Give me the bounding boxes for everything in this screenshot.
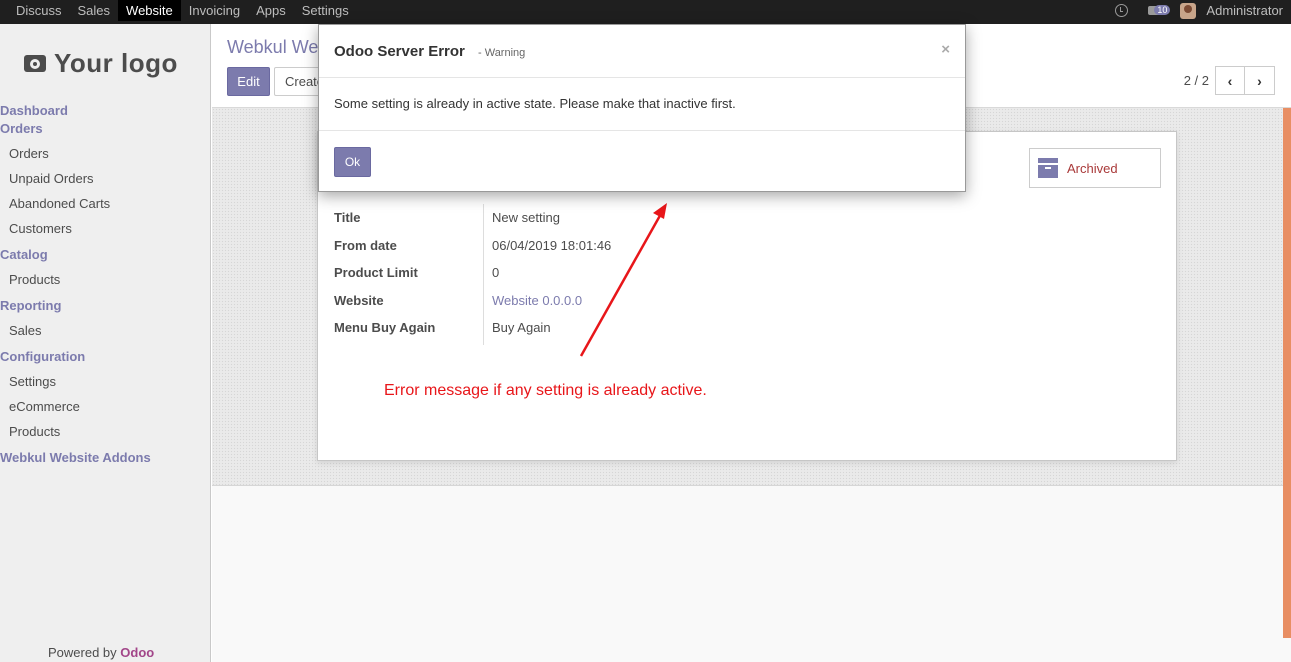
- user-name[interactable]: Administrator: [1206, 3, 1283, 18]
- field-row: From date 06/04/2019 18:01:46: [334, 232, 611, 260]
- dialog-header: Odoo Server Error - Warning ×: [319, 25, 965, 78]
- field-row: Website Website 0.0.0.0: [334, 287, 611, 315]
- company-logo: Your logo: [24, 48, 178, 79]
- dialog-subtitle: - Warning: [478, 47, 526, 59]
- sidebar-heading-configuration[interactable]: Configuration: [0, 348, 211, 366]
- pager: 2 / 2 ‹ ›: [1184, 66, 1275, 95]
- sidebar-heading-dashboard[interactable]: Dashboard: [0, 102, 211, 120]
- field-row: Title New setting: [334, 204, 611, 232]
- sidebar-item-ecommerce[interactable]: eCommerce: [0, 394, 211, 419]
- archived-button[interactable]: Archived: [1029, 148, 1161, 188]
- chevron-left-icon: ‹: [1227, 72, 1233, 89]
- sidebar-item-products[interactable]: Products: [0, 419, 211, 444]
- field-label: Title: [334, 210, 361, 226]
- field-label: Menu Buy Again: [334, 320, 436, 336]
- app-menu-item-settings[interactable]: Settings: [294, 0, 357, 21]
- field-row: Product Limit 0: [334, 259, 611, 287]
- sidebar-item-unpaid-orders[interactable]: Unpaid Orders: [0, 166, 211, 191]
- pager-previous-button[interactable]: ‹: [1215, 66, 1245, 95]
- app-menu-item-invoicing[interactable]: Invoicing: [181, 0, 248, 21]
- ok-button[interactable]: Ok: [334, 147, 371, 177]
- sidebar-heading-catalog[interactable]: Catalog: [0, 246, 211, 264]
- field-group: Title New setting From date 06/04/2019 18:0…: [334, 204, 611, 345]
- pager-next-button[interactable]: ›: [1245, 66, 1275, 95]
- chevron-right-icon: ›: [1257, 72, 1262, 89]
- field-row: Menu Buy Again Buy Again: [334, 314, 611, 342]
- logo-text: Your logo: [54, 48, 178, 78]
- app-menu-item-discuss[interactable]: Discuss: [8, 0, 70, 21]
- camera-icon: [24, 55, 46, 72]
- chat-icon[interactable]: 10: [1148, 4, 1171, 18]
- app-menu-item-sales[interactable]: Sales: [70, 0, 119, 21]
- app-menu-item-apps[interactable]: Apps: [248, 0, 294, 21]
- sidebar-item-abandoned-carts[interactable]: Abandoned Carts: [0, 191, 211, 216]
- annotation-text: Error message if any setting is already …: [384, 382, 707, 399]
- archived-label: Archived: [1067, 160, 1118, 176]
- field-value: 0: [492, 265, 500, 281]
- pager-value[interactable]: 2 / 2: [1184, 73, 1209, 88]
- sidebar-item-sales[interactable]: Sales: [0, 318, 211, 343]
- sidebar-item-customers[interactable]: Customers: [0, 216, 211, 241]
- sidebar-heading-webkul-website-addons[interactable]: Webkul Website Addons: [0, 449, 211, 467]
- app-menu: Discuss Sales Website Invoicing Apps Settings: [8, 0, 357, 24]
- dialog-message: Some setting is already in active state.…: [334, 96, 736, 111]
- sidebar-item-products[interactable]: Products: [0, 267, 211, 292]
- top-navbar: Discuss Sales Website Invoicing Apps Settings…: [0, 0, 1291, 24]
- sidebar-nav: Dashboard Orders Orders Unpaid Orders Abando…: [0, 102, 211, 467]
- chat-count-badge: 10: [1154, 4, 1171, 15]
- activity-clock-icon[interactable]: [1115, 4, 1129, 17]
- sidebar-heading-reporting[interactable]: Reporting: [0, 297, 211, 315]
- error-dialog: Odoo Server Error - Warning × Some setti…: [318, 24, 966, 192]
- field-label: Product Limit: [334, 265, 418, 281]
- field-value: Buy Again: [492, 320, 551, 336]
- powered-by: Powered by Odoo: [48, 645, 154, 660]
- breadcrumb[interactable]: Webkul We: [227, 37, 318, 58]
- field-value-link[interactable]: Website 0.0.0.0: [484, 293, 582, 308]
- dialog-title: Odoo Server Error: [334, 43, 465, 60]
- archive-icon: [1038, 158, 1058, 178]
- user-avatar[interactable]: [1180, 2, 1197, 19]
- sidebar-heading-orders[interactable]: Orders: [0, 120, 211, 138]
- sidebar-item-settings[interactable]: Settings: [0, 369, 211, 394]
- powered-by-text: Powered by: [48, 645, 117, 660]
- odoo-link[interactable]: Odoo: [120, 645, 154, 660]
- systray: 10 Administrator: [1115, 0, 1283, 21]
- close-icon[interactable]: ×: [941, 41, 950, 58]
- field-value: 06/04/2019 18:01:46: [492, 237, 612, 253]
- scrollbar[interactable]: [1283, 108, 1291, 638]
- edit-button[interactable]: Edit: [227, 67, 270, 96]
- field-label: From date: [334, 237, 397, 253]
- field-value: New setting: [492, 210, 560, 226]
- sidebar-item-orders[interactable]: Orders: [0, 141, 211, 166]
- sidebar: Your logo Dashboard Orders Orders Unpaid Or…: [0, 24, 211, 662]
- dialog-footer: Ok: [319, 130, 965, 192]
- field-label: Website: [334, 292, 384, 308]
- app-menu-item-website[interactable]: Website: [118, 0, 181, 21]
